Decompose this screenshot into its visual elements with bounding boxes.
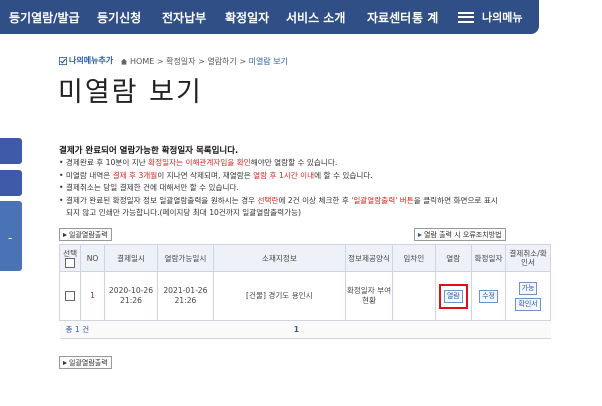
nav-item-statistics[interactable]: 통 계 [412, 9, 438, 26]
table-row: 1 2020-10-26 21:26 2021-01-26 21:26 [건물]… [58, 271, 551, 321]
notice-item: • 결제취소는 당일 결제한 건에 대해서만 할 수 있습니다. [59, 183, 239, 193]
row-info-type: 확정일자 부여현황 [345, 271, 393, 321]
arrow-right-icon [63, 360, 67, 365]
nav-item-service-intro[interactable]: 서비스 소개 [286, 9, 345, 26]
breadcrumb: HOME > 확정일자 > 열람하기 > 미열람 보기 [120, 56, 288, 67]
cancel-available-button[interactable]: 가능 [518, 281, 538, 295]
nav-item-registry-apply[interactable]: 등기신청 [97, 9, 141, 26]
col-view-date: 열람가능일시 [157, 244, 214, 272]
hamburger-icon [458, 11, 474, 23]
row-address: [건물] 경기도 용인시 [212, 271, 347, 321]
notice-item: 되지 않고 인쇄만 가능합니다.(페이지당 최대 10건까지 일괄열람출력가능) [66, 208, 302, 218]
side-tab-1[interactable] [0, 138, 22, 164]
row-view-date: 2021-01-26 21:26 [157, 271, 214, 321]
side-tab-2[interactable] [0, 170, 22, 196]
edit-button[interactable]: 수정 [479, 289, 498, 303]
col-pay-date: 결제일시 [103, 244, 159, 272]
notice-title: 결제가 완료되어 열람가능한 확정일자 목록입니다. [59, 146, 239, 156]
total-count: 총 1 건 [59, 320, 158, 339]
fixed-date-table: 선택 NO 결제일시 열람가능일시 소재지정보 정보제공양식 임차인 열람 확정… [58, 244, 551, 339]
row-pay-date: 2020-10-26 21:26 [103, 271, 159, 321]
pagination-page-1[interactable]: 1 [157, 320, 436, 339]
nav-item-e-payment[interactable]: 전자납부 [162, 9, 206, 26]
row-lessee [391, 271, 436, 321]
breadcrumb-home[interactable]: HOME [130, 57, 154, 66]
page-title: 미열람 보기 [58, 77, 203, 108]
nav-item-registry-view[interactable]: 등기열람/발급 [9, 9, 80, 26]
notice-item: • 미열람 내역은 결제 후 3개월이 지나면 삭제되며, 재열람은 열람 후 … [59, 170, 373, 180]
check-icon [59, 56, 67, 65]
batch-print-button-bottom[interactable]: 일괄열람출력 [59, 356, 112, 369]
batch-print-button-top[interactable]: 일괄열람출력 [59, 228, 112, 241]
col-fixed-date: 확정일자 [470, 244, 507, 272]
col-lessee: 임차인 [391, 244, 436, 272]
home-icon [120, 58, 128, 65]
minus-icon: - [8, 231, 13, 245]
breadcrumb-fixed-date[interactable]: 확정일자 [166, 57, 195, 66]
col-select: 선택 [58, 244, 82, 272]
top-nav: 등기열람/발급 등기신청 전자납부 확정일자 서비스 소개 자료센터 통 계 나… [0, 0, 539, 34]
troubleshoot-button[interactable]: 열람 출력 시 오류조치방법 [414, 228, 506, 241]
select-all-checkbox[interactable] [65, 257, 76, 268]
arrow-right-icon [63, 232, 67, 237]
notice-item: • 경제완료 후 10분이 지난 확정일자는 이해관계자임을 확인해야만 열람할… [59, 158, 338, 167]
add-my-menu-label: 나의메뉴추가 [69, 56, 114, 65]
nav-item-fixed-date[interactable]: 확정일자 [225, 9, 269, 26]
col-no: NO [80, 244, 105, 272]
my-menu-button[interactable]: 나의메뉴 [458, 5, 536, 29]
breadcrumb-current: 미열람 보기 [248, 57, 288, 66]
confirmation-button[interactable]: 확인서 [515, 297, 541, 311]
col-view: 열람 [434, 244, 472, 272]
col-address: 소재지정보 [212, 244, 347, 272]
notice-item: • 결제가 완료된 확정일자 정보 일괄열람출력을 원하시는 경우 선택란에 2… [59, 195, 498, 205]
row-checkbox[interactable] [65, 291, 76, 301]
my-menu-label: 나의메뉴 [482, 11, 523, 24]
arrow-right-icon [418, 232, 422, 237]
row-no: 1 [80, 271, 105, 321]
col-cancel: 결제취소/확인서 [505, 244, 551, 272]
table-footer-row: 총 1 건 1 [59, 320, 551, 339]
col-info-type: 정보제공양식 [345, 244, 393, 272]
nav-item-data-center[interactable]: 자료센터 [367, 9, 411, 26]
side-tab-collapse[interactable]: - [0, 201, 22, 271]
view-highlight: 열람 [438, 283, 468, 309]
table-header-row: 선택 NO 결제일시 열람가능일시 소재지정보 정보제공양식 임차인 열람 확정… [58, 244, 551, 272]
notice-list: • 경제완료 후 10분이 지난 확정일자는 이해관계자임을 확인해야만 열람할… [59, 157, 569, 220]
breadcrumb-view[interactable]: 열람하기 [207, 57, 236, 66]
view-button[interactable]: 열람 [443, 289, 463, 303]
add-my-menu-button[interactable]: 나의메뉴추가 [59, 55, 113, 66]
